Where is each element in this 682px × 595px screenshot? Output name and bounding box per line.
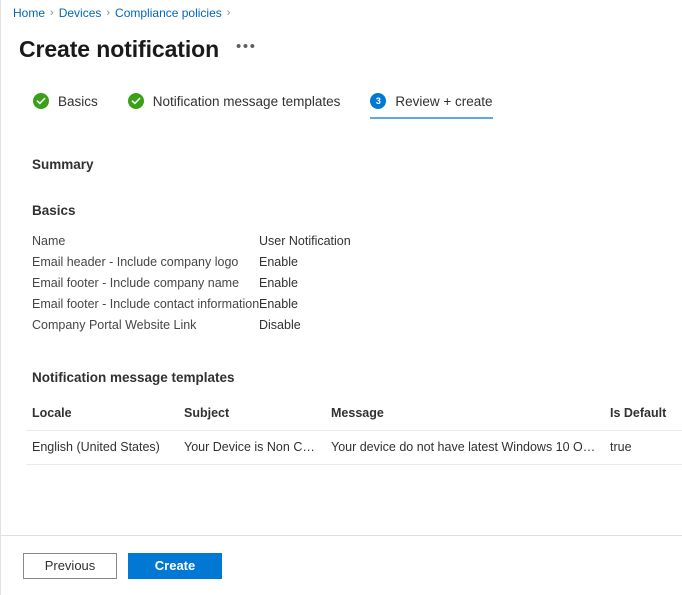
breadcrumb-separator-icon: › (50, 7, 54, 19)
summary-value: Enable (259, 255, 298, 269)
previous-button[interactable]: Previous (23, 552, 117, 579)
summary-row: Email footer - Include contact informati… (32, 297, 682, 318)
summary-value: User Notification (259, 234, 351, 248)
wizard-step-label: Review + create (395, 93, 493, 109)
summary-value: Disable (259, 318, 301, 332)
wizard-steps: Basics Notification message templates 3 … (1, 67, 682, 131)
breadcrumb-separator-icon: › (106, 7, 111, 19)
summary-key: Email footer - Include contact informati… (32, 297, 260, 311)
cell-message: Your device do not have latest Windows 1… (325, 430, 604, 465)
summary-key: Email header - Include company logo (32, 255, 239, 269)
column-header-subject[interactable]: Subject (178, 402, 325, 431)
summary-key: Email footer - Include company name (32, 276, 240, 290)
table-row[interactable]: English (United States) Your Device is N… (26, 430, 682, 465)
breadcrumb-item-home[interactable]: Home (13, 5, 45, 21)
column-header-locale[interactable]: Locale (26, 402, 178, 431)
column-header-is-default[interactable]: Is Default (604, 402, 682, 431)
breadcrumb-separator-icon: › (226, 7, 231, 19)
breadcrumb-item-compliance-policies[interactable]: Compliance policies (115, 5, 222, 21)
summary-row: Email header - Include company logo Enab… (32, 255, 682, 276)
page-title: Create notification (19, 36, 220, 62)
notification-templates-table-wrapper: Locale Subject Message Is Default Englis… (26, 402, 682, 465)
summary-heading: Summary (32, 157, 94, 172)
summary-value: Enable (259, 297, 298, 311)
column-header-message[interactable]: Message (325, 402, 604, 431)
summary-row: Company Portal Website Link Disable (32, 318, 682, 339)
cell-is-default: true (604, 430, 682, 465)
summary-key: Name (32, 234, 66, 248)
create-notification-blade: Home › Devices › Compliance policies › C… (0, 0, 682, 595)
check-circle-icon (33, 93, 49, 109)
cell-subject: Your Device is Non Co... (178, 430, 325, 465)
title-row: Create notification ••• (1, 22, 682, 67)
wizard-step-label: Basics (58, 93, 98, 109)
table-header: Locale Subject Message Is Default (26, 402, 682, 431)
more-options-icon[interactable]: ••• (233, 38, 260, 61)
wizard-step-basics[interactable]: Basics (33, 93, 98, 119)
create-button[interactable]: Create (128, 552, 222, 579)
check-circle-icon (127, 93, 144, 109)
notification-templates-table: Locale Subject Message Is Default Englis… (26, 402, 682, 465)
breadcrumb-item-devices[interactable]: Devices (59, 5, 102, 21)
table-body: English (United States) Your Device is N… (26, 430, 682, 465)
templates-section-heading: Notification message templates (32, 370, 235, 385)
summary-key: Company Portal Website Link (32, 318, 197, 332)
cell-locale: English (United States) (26, 430, 178, 465)
table-header-row: Locale Subject Message Is Default (26, 402, 682, 431)
summary-row: Name User Notification (32, 234, 682, 255)
step-number-label: 3 (375, 96, 381, 106)
step-number-badge: 3 (370, 93, 387, 109)
breadcrumb: Home › Devices › Compliance policies › (1, 0, 682, 22)
blade-footer: Previous Create (1, 535, 682, 595)
wizard-step-review-create[interactable]: 3 Review + create (370, 93, 493, 119)
wizard-step-notification-message-templates[interactable]: Notification message templates (127, 93, 341, 119)
basics-section-heading: Basics (32, 203, 76, 218)
summary-row: Email footer - Include company name Enab… (32, 276, 682, 297)
basics-summary-list: Name User Notification Email header - In… (32, 234, 682, 339)
summary-value: Enable (259, 276, 298, 290)
summary-content: Summary Basics Name User Notification Em… (1, 131, 682, 535)
wizard-step-label: Notification message templates (152, 93, 341, 109)
